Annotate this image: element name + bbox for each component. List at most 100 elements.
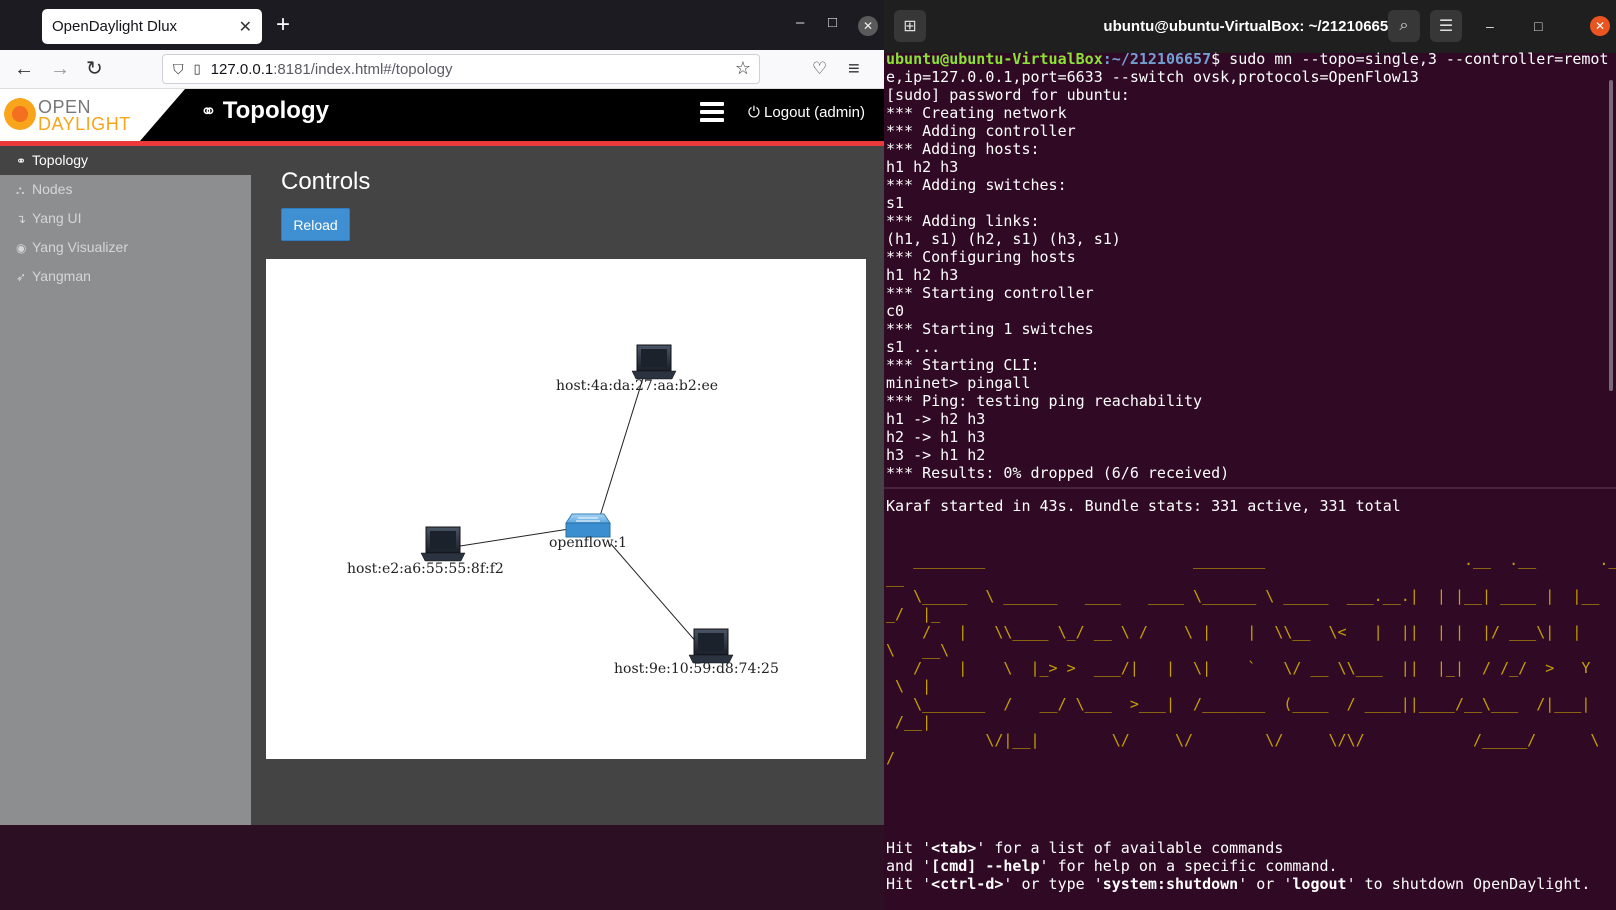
terminal-output-line: c0 (886, 302, 905, 320)
pane-divider[interactable] (884, 487, 1616, 489)
logo[interactable]: OPEN DAYLIGHT (0, 89, 185, 141)
switch-label: openflow:1 (549, 535, 628, 551)
terminal-output-line: h1 h2 h3 (886, 158, 959, 176)
help-line-1: Hit '<tab>' for a list of available comm… (886, 839, 1284, 857)
forward-arrow-icon[interactable]: → (50, 56, 70, 82)
host-node-3[interactable] (688, 628, 734, 664)
sidebar-item-label: Yang Visualizer (32, 239, 128, 255)
reload-button[interactable]: Reload (281, 208, 350, 241)
terminal-output-line: *** Starting controller (886, 284, 1094, 302)
topology-graph (420, 344, 734, 664)
ascii-art-line: / | \\____ \_/ __ \ / \ | | \\__ \< | ||… (886, 623, 1582, 641)
terminal-output-line: h2 -> h1 h3 (886, 428, 986, 446)
ascii-art-line: \ __\ (886, 641, 950, 659)
command-text: $ sudo mn --topo=single,3 --controller=r… (1211, 50, 1609, 68)
laptop-base (420, 552, 466, 562)
help-line-3: Hit '<ctrl-d>' or type 'system:shutdown'… (886, 875, 1591, 893)
logo-text-daylight: DAYLIGHT (38, 114, 131, 134)
hamburger-menu-icon[interactable] (700, 102, 724, 122)
ascii-art-line: \_______ / __/ \___ >___| /_______ (____… (886, 695, 1591, 713)
link-icon: ⚭ (200, 100, 217, 123)
switch-node[interactable] (565, 513, 611, 538)
page-title-text: Topology (222, 97, 329, 124)
terminal-scrollbar[interactable] (1609, 80, 1613, 391)
karaf-status: Karaf started in 43s. Bundle stats: 331 … (886, 497, 1401, 515)
terminal-output-line: mininet> pingall (886, 374, 1031, 392)
desktop-background (0, 825, 884, 910)
terminal-output-line: *** Adding controller (886, 122, 1076, 140)
terminal-output-line: *** Results: 0% dropped (6/6 received) (886, 464, 1230, 482)
logout-label: Logout (admin) (764, 104, 865, 121)
controls-heading: Controls (281, 168, 371, 195)
ascii-art-line: \ | (886, 677, 932, 695)
browser-window: OpenDaylight Dlux ✕ + – □ ✕ ← → ↻ ⛉ ▯ 12… (0, 0, 884, 825)
power-icon: ⏻ (748, 104, 765, 121)
sidebar-item-yang-ui[interactable]: ↴ Yang UI (0, 204, 251, 233)
ascii-art-line: ________ ________ .__ .__ .__ (886, 551, 1616, 569)
maximize-button[interactable]: □ (1534, 16, 1542, 36)
search-icon[interactable]: ⌕ (1388, 10, 1420, 42)
host-node-2[interactable] (420, 526, 466, 562)
terminal-window: ⊞ ubuntu@ubuntu-VirtualBox: ~/212106657 … (884, 0, 1616, 910)
ascii-art-line: /__| (886, 713, 932, 731)
pocket-icon[interactable]: ♡ (812, 56, 827, 82)
ascii-art-line: \/|__| \/ \/ \/ \/\/ /_____/ \ (886, 731, 1600, 749)
sitemap-icon: ⛬ (16, 183, 25, 197)
rocket-icon: ➶ (16, 270, 27, 284)
terminal-output-line: s1 ... (886, 338, 941, 356)
host-label-2: host:e2:a6:55:55:8f:f2 (347, 561, 504, 577)
terminal-output-line: *** Starting 1 switches (886, 320, 1094, 338)
new-tab-button[interactable]: + (276, 12, 290, 38)
close-window-button[interactable]: ✕ (858, 16, 878, 36)
sidebar-item-topology[interactable]: ⚭ Topology (0, 146, 251, 175)
sidebar-item-label: Yangman (32, 268, 91, 284)
tab-title: OpenDaylight Dlux (52, 18, 178, 35)
sidebar-item-label: Yang UI (32, 210, 82, 226)
sidebar-item-yangman[interactable]: ➶ Yangman (0, 262, 251, 291)
terminal-output-line: *** Adding links: (886, 212, 1040, 230)
terminal-output-line: (h1, s1) (h2, s1) (h3, s1) (886, 230, 1121, 248)
logout-link[interactable]: ⏻ Logout (admin) (748, 104, 865, 121)
navigation-bar: ← → ↻ ⛉ ▯ 127.0.0.1:8181/index.html#/top… (0, 50, 884, 89)
terminal-output-line: *** Creating network (886, 104, 1067, 122)
command-line: ubuntu@ubuntu-VirtualBox:~/212106657$ su… (886, 50, 1616, 68)
laptop-screen (698, 633, 724, 651)
bookmark-star-icon[interactable]: ☆ (735, 58, 751, 79)
terminal-output-line: h3 -> h1 h2 (886, 446, 986, 464)
command-line-wrap: e,ip=127.0.0.1,port=6633 --switch ovsk,p… (886, 68, 1419, 86)
main-content: Controls Reload host:4a:da:27:aa:b2:ee h… (251, 146, 884, 825)
sidebar-item-yang-visualizer[interactable]: ◉ Yang Visualizer (0, 233, 251, 262)
close-window-button[interactable]: ✕ (1590, 16, 1610, 36)
shield-icon[interactable]: ⛉ (173, 61, 184, 78)
maximize-button[interactable]: □ (828, 14, 837, 32)
terminal-output-line: *** Ping: testing ping reachability (886, 392, 1203, 410)
terminal-pane-karaf[interactable]: Karaf started in 43s. Bundle stats: 331 … (884, 497, 1616, 910)
host-label-1: host:4a:da:27:aa:b2:ee (556, 378, 719, 394)
host-label-3: host:9e:10:59:d8:74:25 (614, 661, 779, 677)
host-node-1[interactable] (631, 344, 677, 380)
minimize-button[interactable]: – (796, 14, 804, 32)
back-arrow-icon[interactable]: ← (14, 56, 34, 82)
prompt-user: ubuntu@ubuntu-VirtualBox (886, 50, 1103, 68)
ascii-art-line: __ (886, 569, 905, 587)
address-bar[interactable]: ⛉ ▯ 127.0.0.1:8181/index.html#/topology … (162, 54, 760, 84)
sidebar-item-label: Nodes (32, 181, 73, 197)
reload-page-icon[interactable]: ↻ (86, 56, 103, 82)
browser-tab[interactable]: OpenDaylight Dlux ✕ (42, 9, 262, 44)
menu-icon[interactable]: ☰ (1430, 10, 1462, 42)
close-tab-icon[interactable]: ✕ (239, 17, 252, 37)
page-icon: ▯ (193, 61, 201, 76)
sidebar-item-label: Topology (32, 152, 89, 168)
menu-icon[interactable]: ≡ (848, 56, 860, 82)
terminal-output-line: h1 -> h2 h3 (886, 410, 986, 428)
laptop-screen (430, 531, 456, 549)
minimize-button[interactable]: – (1486, 16, 1494, 36)
terminal-output-line: h1 h2 h3 (886, 266, 959, 284)
link-icon: ⚭ (16, 154, 27, 168)
level-down-icon: ↴ (16, 212, 27, 226)
sidebar-item-nodes[interactable]: ⛬ Nodes (0, 175, 251, 204)
topology-canvas[interactable]: host:4a:da:27:aa:b2:ee host:e2:a6:55:55:… (266, 259, 866, 759)
page-title: ⚭ Topology (200, 97, 329, 125)
terminal-output-line: *** Configuring hosts (886, 248, 1076, 266)
terminal-pane-mininet[interactable]: ubuntu@ubuntu-VirtualBox:~/212106657$ su… (884, 50, 1616, 487)
